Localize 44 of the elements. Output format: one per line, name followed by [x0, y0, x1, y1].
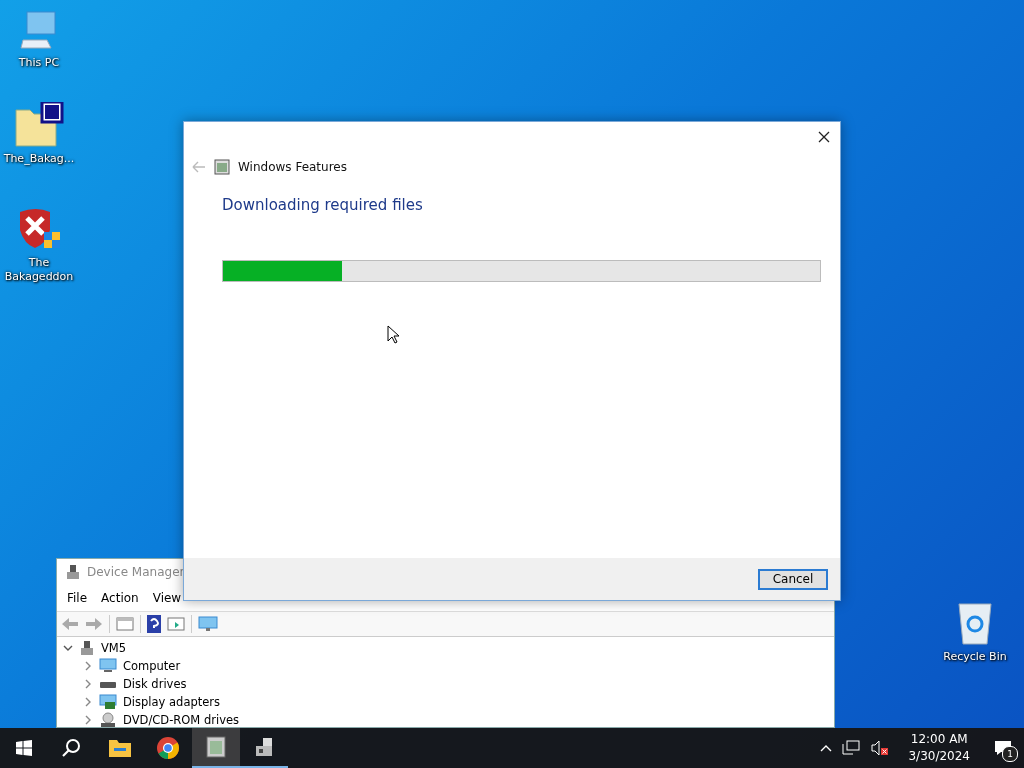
chrome-icon [156, 736, 180, 760]
menu-item[interactable]: View [152, 591, 182, 605]
recycle-bin-icon[interactable] [955, 600, 995, 646]
expand-chevron-icon[interactable] [83, 715, 93, 725]
help-icon[interactable] [147, 615, 161, 633]
monitor-icon [99, 658, 117, 674]
tree-item[interactable]: Computer [123, 659, 181, 673]
desktop-icon-label[interactable]: Recycle Bin [936, 650, 1014, 664]
tree-item[interactable]: DVD/CD-ROM drives [123, 713, 239, 727]
collapse-chevron-icon[interactable] [63, 643, 73, 653]
tree-item[interactable]: VM5 [101, 641, 127, 655]
active-taskbar-app[interactable] [192, 728, 240, 768]
device-manager-icon [65, 564, 81, 580]
window-title: Device Manager [87, 565, 185, 579]
menu-item[interactable]: Action [101, 591, 139, 605]
computer-node-icon [79, 640, 95, 656]
volume-muted-icon[interactable] [870, 740, 891, 756]
notification-badge: 1 [1002, 746, 1018, 762]
expand-chevron-icon[interactable] [83, 697, 93, 707]
search-icon[interactable] [62, 738, 82, 758]
device-manager-icon [253, 736, 275, 758]
folder-icon [108, 738, 132, 758]
network-icon[interactable] [842, 740, 861, 756]
status-heading: Downloading required files [222, 196, 424, 214]
display-adapter-icon [99, 694, 117, 710]
action-pane-icon[interactable] [167, 616, 185, 632]
clock-time[interactable]: 12:00 AM [910, 731, 968, 748]
start-windows-icon[interactable] [16, 740, 32, 756]
expand-chevron-icon[interactable] [83, 679, 93, 689]
window-features-icon [205, 735, 227, 759]
dvd-drive-icon [99, 712, 117, 727]
folder-icon[interactable] [14, 102, 64, 148]
mouse-cursor-icon [387, 325, 399, 344]
tree-item[interactable]: Display adapters [123, 695, 221, 709]
tree-item[interactable]: Disk drives [123, 677, 187, 691]
dialog-title: Windows Features [238, 160, 347, 174]
monitor-icon[interactable] [198, 616, 218, 632]
expand-chevron-icon[interactable] [83, 661, 93, 671]
menu-item[interactable]: File [67, 591, 88, 605]
chevron-up-icon[interactable] [820, 744, 833, 752]
close-icon[interactable] [818, 131, 830, 143]
cancel-button[interactable]: Cancel [758, 568, 828, 590]
clock-date[interactable]: 3/30/2024 [908, 748, 970, 765]
window-features-icon [214, 159, 230, 175]
